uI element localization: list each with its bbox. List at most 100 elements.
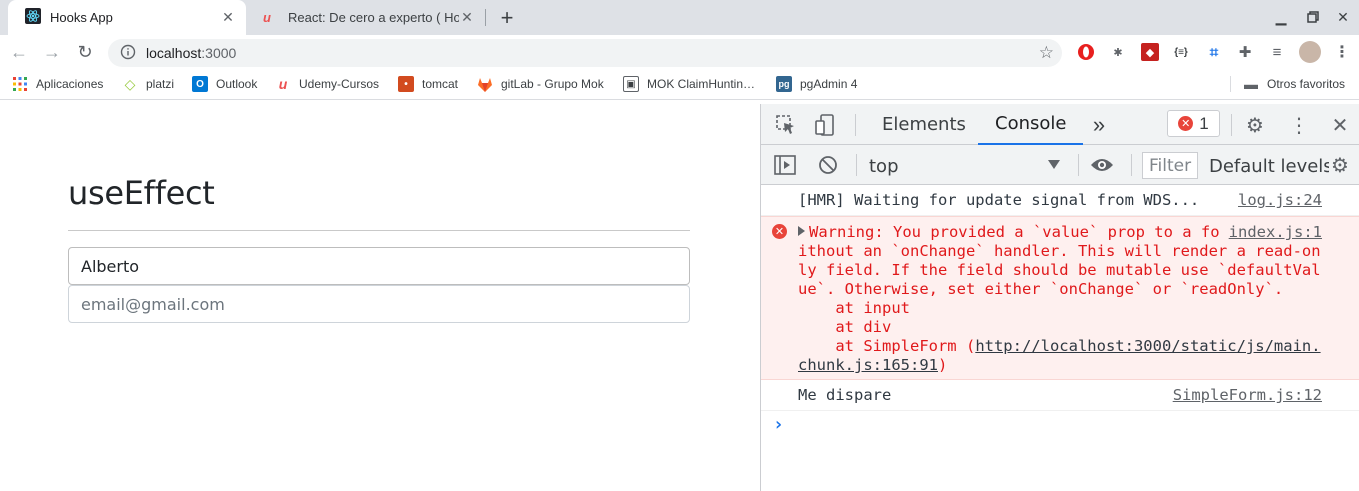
minimize-icon[interactable]: ▁ <box>1269 6 1293 28</box>
console-message: [HMR] Waiting for update signal from WDS… <box>761 185 1359 216</box>
apps-grid-icon <box>12 76 28 92</box>
divider <box>68 230 690 231</box>
show-sidebar-icon[interactable] <box>773 153 797 177</box>
error-count-badge[interactable]: ✕ 1 <box>1167 110 1220 137</box>
bookmark-outlook[interactable]: O Outlook <box>192 76 257 92</box>
message-source-link[interactable]: log.js:24 <box>1230 191 1322 210</box>
stack-line: at input <box>798 299 910 317</box>
tab-title: React: De cero a experto ( Hooks <box>288 10 459 25</box>
context-selector[interactable]: top <box>869 156 899 177</box>
clear-console-icon[interactable] <box>816 153 840 177</box>
bug-ext-icon[interactable]: ✱ <box>1109 43 1127 61</box>
bookmark-mok[interactable]: ▣ MOK ClaimHuntin… <box>623 76 755 92</box>
bookmark-label: MOK ClaimHuntin… <box>647 77 756 91</box>
bookmark-udemy[interactable]: u Udemy-Cursos <box>275 76 379 92</box>
url-host: localhost <box>146 45 202 61</box>
stack-line: at div <box>798 318 892 336</box>
bookmark-label: Outlook <box>216 77 258 91</box>
back-icon[interactable]: ← <box>6 39 32 65</box>
tomcat-icon: • <box>398 76 414 92</box>
tab-react-course[interactable]: u React: De cero a experto ( Hooks ✕ <box>246 0 485 35</box>
error-body: Warning: You provided a `value` prop to … <box>798 223 1322 375</box>
error-icon: ✕ <box>1178 116 1194 131</box>
opera-ext-icon[interactable] <box>1077 43 1095 61</box>
restore-icon[interactable] <box>1301 6 1325 28</box>
toolbar-divider <box>856 154 857 176</box>
bookmark-pgadmin[interactable]: pg pgAdmin 4 <box>776 76 857 92</box>
context-dropdown-icon[interactable] <box>1048 160 1060 169</box>
grid-ext-icon[interactable]: ⌗ <box>1205 43 1223 61</box>
toolbar-divider <box>1131 154 1132 176</box>
address-bar[interactable]: localhost:3000 ☆ <box>108 39 1062 67</box>
bookmark-label: Udemy-Cursos <box>299 77 380 91</box>
settings-gear-icon[interactable]: ⚙ <box>1243 113 1267 137</box>
info-icon[interactable] <box>120 44 136 63</box>
email-input[interactable] <box>68 285 690 323</box>
tab-title: Hooks App <box>50 10 113 25</box>
toolbar-divider <box>1078 154 1079 176</box>
console-output: [HMR] Waiting for update signal from WDS… <box>761 185 1359 491</box>
close-window-icon[interactable]: ✕ <box>1331 6 1355 28</box>
bookmark-platzi[interactable]: ◇ platzi <box>122 76 174 92</box>
close-devtools-icon[interactable]: ✕ <box>1328 113 1352 137</box>
bookmarks-bar: Aplicaciones ◇ platzi O Outlook u Udemy-… <box>0 69 1359 100</box>
devtools-menu-icon[interactable]: ⋮ <box>1287 113 1311 137</box>
message-source-link[interactable]: index.js:1 <box>1220 223 1322 242</box>
json-ext-icon[interactable]: {≡} <box>1172 43 1190 61</box>
bookmark-label: Aplicaciones <box>36 77 104 91</box>
bookmark-aplicaciones[interactable]: Aplicaciones <box>12 76 103 92</box>
puzzle-icon[interactable]: ✚ <box>1236 43 1254 61</box>
new-tab-button[interactable]: + <box>496 5 518 30</box>
platzi-icon: ◇ <box>124 75 136 92</box>
menu-kebab-icon[interactable]: ⋮ <box>1333 43 1351 61</box>
bookmark-tomcat[interactable]: • tomcat <box>398 76 458 92</box>
message-source-link[interactable]: SimpleForm.js:12 <box>1165 386 1322 405</box>
bookmark-star-icon[interactable]: ☆ <box>1039 43 1054 63</box>
bookmark-label: tomcat <box>422 77 459 91</box>
page-title: useEffect <box>68 174 215 212</box>
name-input[interactable] <box>68 247 690 285</box>
bookmark-label: Otros favoritos <box>1267 77 1346 91</box>
inspect-element-icon[interactable] <box>774 113 798 137</box>
log-levels-dropdown[interactable]: Default levels <box>1209 156 1329 177</box>
reload-icon[interactable]: ↻ <box>72 39 98 65</box>
media-queue-icon[interactable]: ≡ <box>1268 43 1286 61</box>
message-text: [HMR] Waiting for update signal from WDS… <box>798 191 1200 209</box>
bookmark-label: gitLab - Grupo Mok <box>501 77 604 91</box>
expand-triangle-icon[interactable] <box>798 226 805 236</box>
gitlab-icon <box>477 76 493 92</box>
tab-hooks-app[interactable]: Hooks App ✕ <box>8 0 246 35</box>
app-page: useEffect <box>0 104 760 491</box>
stack-line-suffix: ) <box>937 356 948 374</box>
console-settings-gear-icon[interactable]: ⚙ <box>1328 153 1352 177</box>
bookmark-label: platzi <box>146 77 175 91</box>
tab-console[interactable]: Console <box>978 104 1084 145</box>
forward-icon[interactable]: → <box>39 39 65 65</box>
error-count: 1 <box>1199 113 1209 133</box>
browser-toolbar: ← → ↻ localhost:3000 ☆ ✱ ◆ {≡} ⌗ ✚ ≡ ⋮ <box>0 35 1359 69</box>
toolbar-divider <box>855 114 856 136</box>
console-filterbar: top Filter Default levels ⚙ <box>761 145 1359 185</box>
bookmark-gitlab[interactable]: gitLab - Grupo Mok <box>477 76 604 92</box>
console-filter-input[interactable]: Filter <box>1142 152 1198 179</box>
live-expression-eye-icon[interactable] <box>1090 153 1114 177</box>
tab-elements[interactable]: Elements <box>882 104 966 144</box>
device-toolbar-icon[interactable] <box>813 113 837 137</box>
mok-icon: ▣ <box>623 76 639 92</box>
prompt-chevron-icon: › <box>773 414 784 435</box>
red-ext-icon[interactable]: ◆ <box>1141 43 1159 61</box>
url-port: :3000 <box>201 45 237 61</box>
bookmark-label: pgAdmin 4 <box>800 77 858 91</box>
bookmark-otros-favoritos[interactable]: ▬ Otros favoritos <box>1230 76 1345 92</box>
tab-close-icon[interactable]: ✕ <box>220 9 236 26</box>
profile-avatar[interactable] <box>1299 41 1321 63</box>
console-prompt[interactable]: › <box>761 411 1359 441</box>
message-text: Me dispare <box>798 386 892 404</box>
outlook-icon: O <box>192 76 208 92</box>
udemy-icon: u <box>278 76 288 92</box>
more-tabs-chevron-icon[interactable]: » <box>1087 112 1111 137</box>
tab-close-icon[interactable]: ✕ <box>459 9 475 26</box>
stack-line-prefix: at SimpleForm ( <box>798 337 976 355</box>
devtools-tabbar: Elements Console » ✕ 1 ⚙ ⋮ ✕ <box>761 104 1359 145</box>
console-error-message: ✕ Warning: You provided a `value` prop t… <box>761 216 1359 380</box>
